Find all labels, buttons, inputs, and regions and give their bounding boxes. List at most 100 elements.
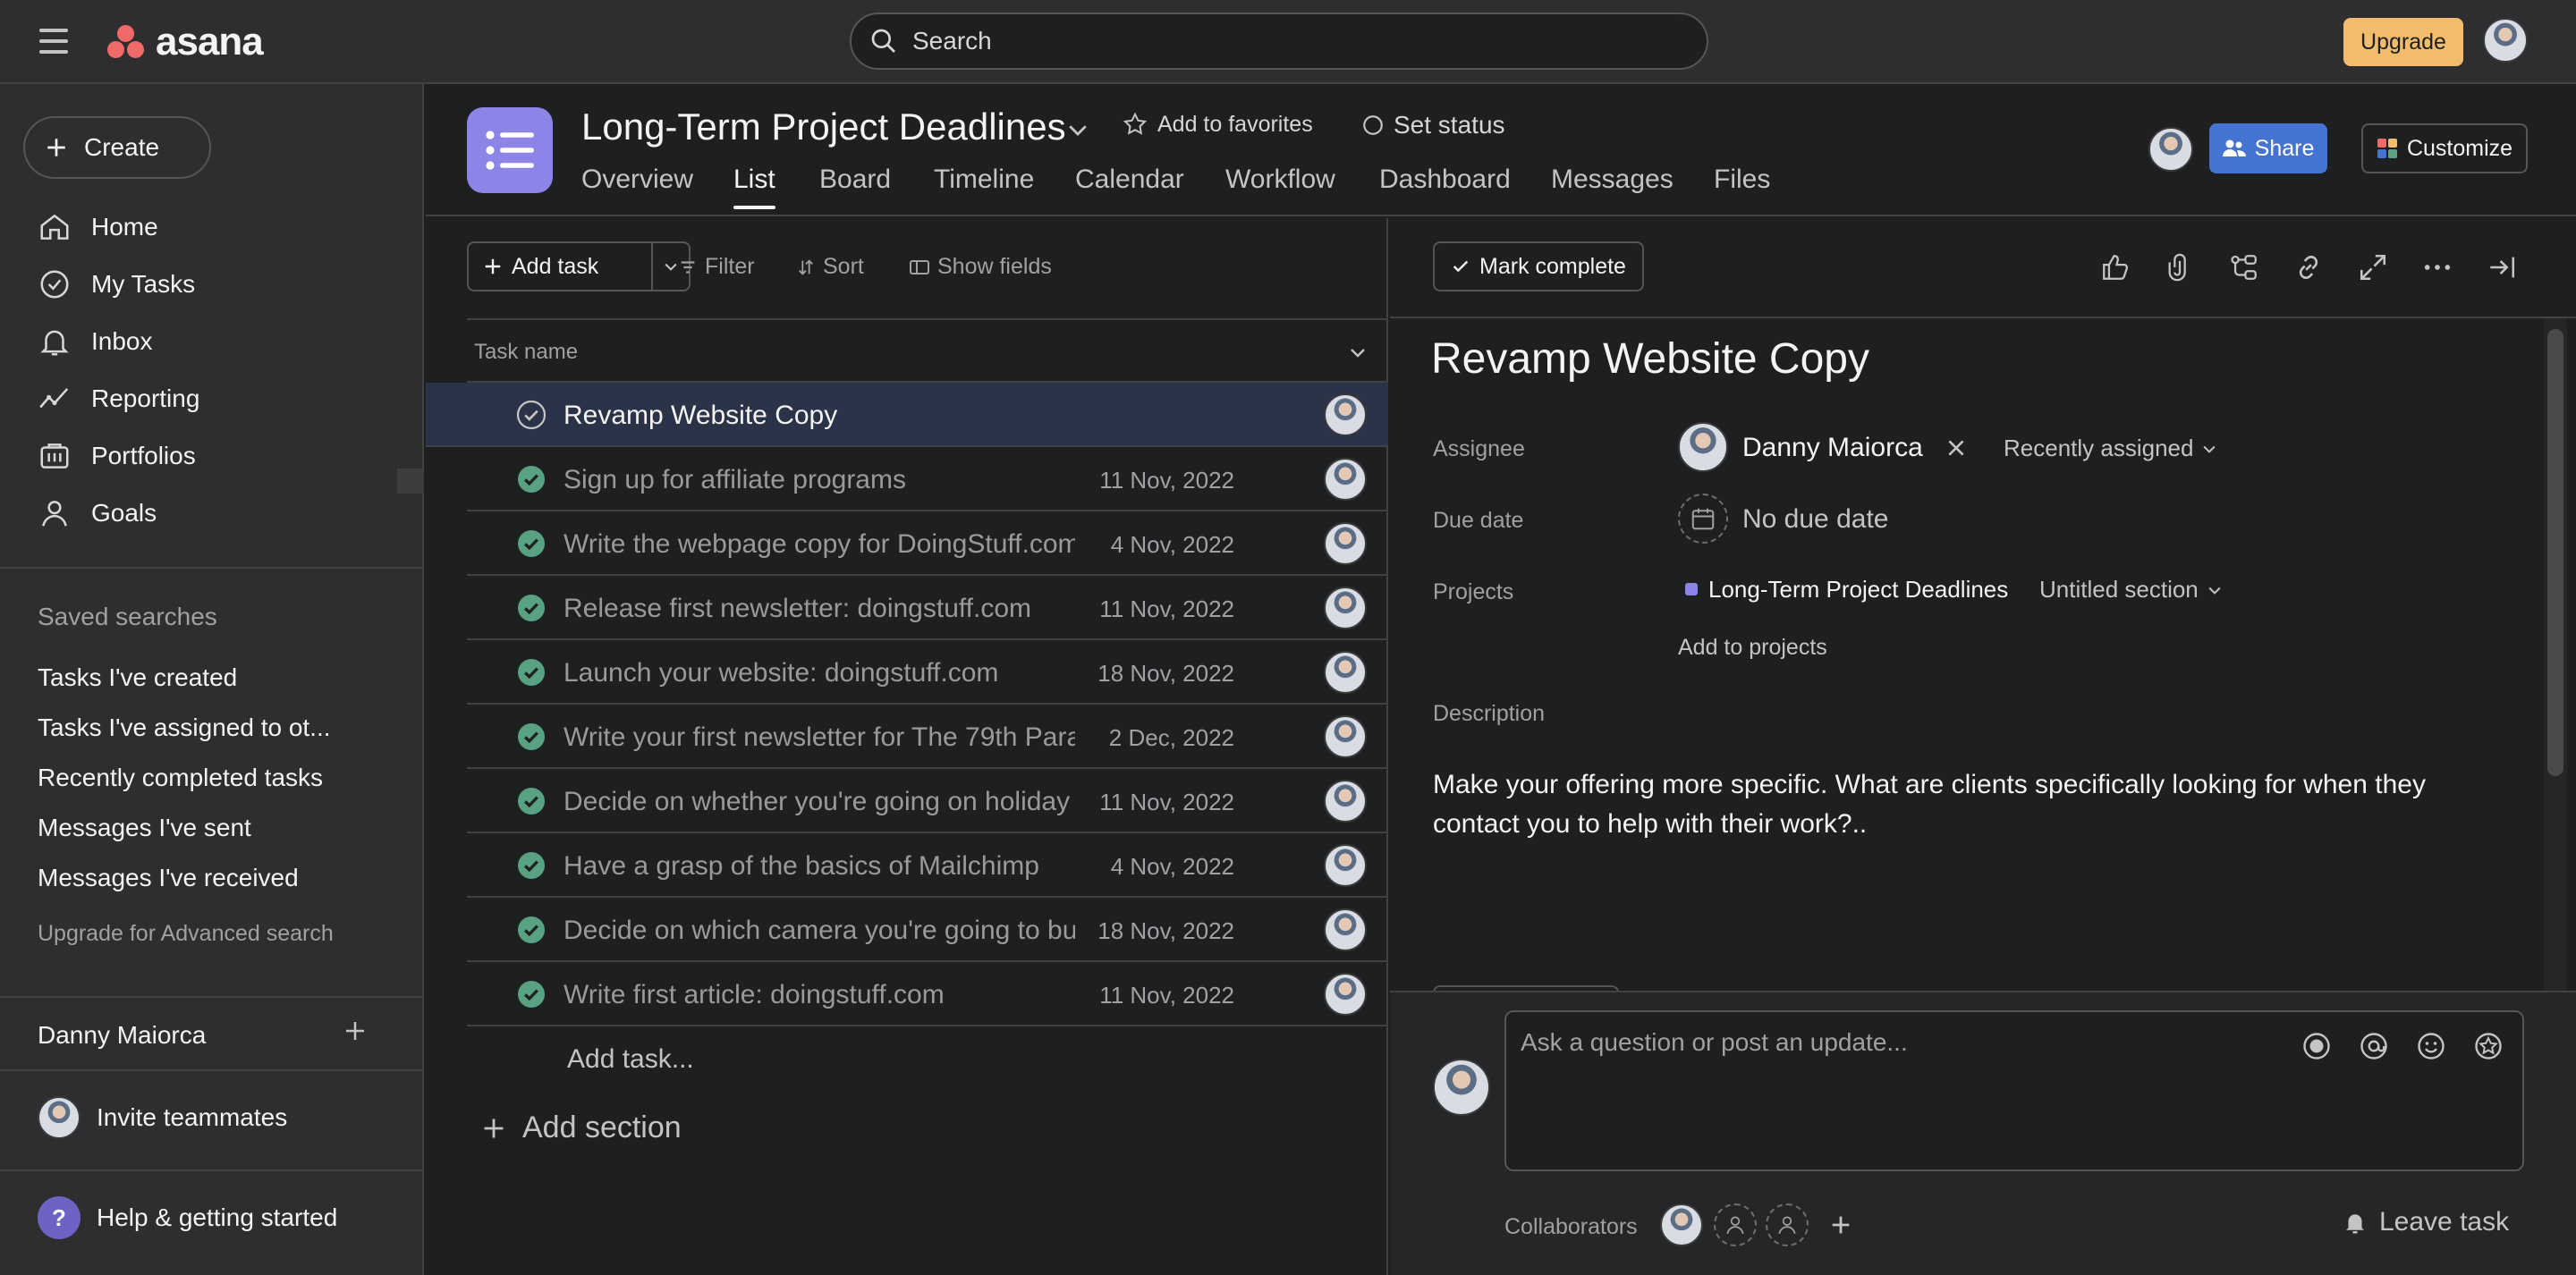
search-bar[interactable] [850, 13, 1708, 70]
completed-check-icon[interactable] [515, 914, 547, 946]
hamburger-menu-icon[interactable] [36, 25, 75, 57]
tab-messages[interactable]: Messages [1551, 165, 1674, 195]
task-assignee-avatar[interactable] [1324, 587, 1367, 629]
search-input[interactable] [912, 27, 1646, 55]
emoji-icon[interactable] [2415, 1030, 2447, 1062]
mention-icon[interactable] [2358, 1030, 2390, 1062]
completed-check-icon[interactable] [515, 978, 547, 1010]
more-options-icon[interactable] [2422, 252, 2453, 283]
thumbs-up-icon[interactable] [2100, 252, 2131, 283]
section-dropdown[interactable]: Untitled section [2039, 576, 2224, 604]
due-date-value[interactable]: No due date [1742, 504, 1888, 535]
task-assignee-avatar[interactable] [1324, 522, 1367, 565]
appreciation-icon[interactable] [2472, 1030, 2504, 1062]
invite-teammates-button[interactable]: Invite teammates [38, 1096, 287, 1139]
completed-check-icon[interactable] [515, 785, 547, 817]
leave-task-button[interactable]: Leave task [2342, 1207, 2509, 1237]
sidebar-item-inbox[interactable]: Inbox [38, 318, 153, 365]
task-row[interactable]: Have a grasp of the basics of Mailchimp 4… [467, 833, 1388, 898]
task-assignee-avatar[interactable] [1324, 780, 1367, 823]
task-assignee-avatar[interactable] [1324, 908, 1367, 951]
completed-check-icon[interactable] [515, 849, 547, 882]
help-button[interactable]: ? Help & getting started [38, 1196, 337, 1239]
close-pane-icon[interactable] [2487, 252, 2517, 283]
upgrade-button[interactable]: Upgrade [2343, 18, 2463, 66]
task-due-date[interactable]: 18 Nov, 2022 [1075, 660, 1234, 688]
tab-files[interactable]: Files [1714, 165, 1770, 195]
comment-box[interactable] [1504, 1010, 2524, 1171]
task-due-date[interactable]: 11 Nov, 2022 [1075, 982, 1234, 1009]
mark-complete-button[interactable]: Mark complete [1433, 241, 1644, 291]
task-row[interactable]: Write first article: doingstuff.com 11 No… [467, 962, 1388, 1026]
expand-icon[interactable] [2358, 252, 2388, 283]
task-row[interactable]: Write your first newsletter for The 79th… [467, 705, 1388, 769]
task-assignee-avatar[interactable] [1324, 973, 1367, 1016]
tab-dashboard[interactable]: Dashboard [1379, 165, 1511, 195]
completed-check-icon[interactable] [515, 656, 547, 688]
upgrade-advanced-search-link[interactable]: Upgrade for Advanced search [38, 921, 334, 947]
task-assignee-avatar[interactable] [1324, 844, 1367, 887]
create-button[interactable]: Create [23, 116, 211, 179]
task-due-date[interactable]: 18 Nov, 2022 [1075, 917, 1234, 945]
chevron-down-icon[interactable] [1064, 116, 1091, 143]
saved-search-item[interactable]: Tasks I've assigned to ot... [38, 713, 331, 742]
add-task-inline-link[interactable]: Add task... [567, 1044, 694, 1075]
project-link[interactable]: Long-Term Project Deadlines [1708, 576, 2008, 604]
saved-search-item[interactable]: Recently completed tasks [38, 764, 323, 792]
asana-logo[interactable]: asana [107, 20, 264, 64]
tab-board[interactable]: Board [819, 165, 891, 195]
task-assignee-avatar[interactable] [1324, 651, 1367, 694]
task-description[interactable]: Make your offering more specific. What a… [1433, 765, 2488, 844]
add-team-icon[interactable] [342, 1017, 369, 1044]
task-row[interactable]: Write the webpage copy for DoingStuff.co… [467, 511, 1388, 576]
complete-toggle-icon[interactable] [515, 399, 547, 431]
user-avatar[interactable] [2483, 18, 2528, 63]
completed-check-icon[interactable] [515, 592, 547, 624]
task-assignee-avatar[interactable] [1324, 715, 1367, 758]
chevron-down-icon[interactable] [1347, 342, 1368, 363]
assignee-name[interactable]: Danny Maiorca [1742, 433, 1923, 463]
completed-check-icon[interactable] [515, 463, 547, 495]
sidebar-item-portfolios[interactable]: Portfolios [38, 433, 196, 479]
task-row[interactable]: Sign up for affiliate programs 11 Nov, 20… [467, 447, 1388, 511]
saved-search-item[interactable]: Tasks I've created [38, 663, 237, 692]
record-icon[interactable] [2301, 1030, 2333, 1062]
add-to-favorites-button[interactable]: Add to favorites [1122, 111, 1313, 138]
link-icon[interactable] [2293, 252, 2324, 283]
sort-button[interactable]: Sort [796, 254, 864, 280]
sidebar-item-home[interactable]: Home [38, 204, 158, 250]
completed-check-icon[interactable] [515, 721, 547, 753]
add-collaborator-placeholder-icon[interactable] [1766, 1203, 1809, 1246]
sidebar-scroll-handle[interactable] [397, 469, 424, 494]
project-member-avatar[interactable] [2148, 127, 2193, 172]
tab-workflow[interactable]: Workflow [1225, 165, 1335, 195]
task-row[interactable]: Decide on whether you're going on holida… [467, 769, 1388, 833]
saved-search-item[interactable]: Messages I've sent [38, 814, 251, 842]
task-due-date[interactable]: 11 Nov, 2022 [1075, 467, 1234, 494]
sidebar-item-goals[interactable]: Goals [38, 490, 157, 536]
add-collaborator-placeholder-icon[interactable] [1714, 1203, 1757, 1246]
customize-button[interactable]: Customize [2361, 123, 2528, 173]
calendar-icon[interactable] [1678, 494, 1728, 544]
task-row[interactable]: Decide on which camera you're going to b… [467, 898, 1388, 962]
assignee-avatar[interactable] [1678, 422, 1728, 472]
tab-timeline[interactable]: Timeline [934, 165, 1034, 195]
comment-input[interactable] [1521, 1028, 2272, 1082]
set-status-button[interactable]: Set status [1361, 111, 1505, 139]
add-to-projects-link[interactable]: Add to projects [1678, 635, 1827, 661]
column-task-name[interactable]: Task name [474, 340, 578, 365]
attachment-icon[interactable] [2165, 252, 2195, 283]
add-collaborator-icon[interactable] [1828, 1212, 1853, 1237]
task-due-date[interactable]: 11 Nov, 2022 [1075, 789, 1234, 816]
recently-assigned-dropdown[interactable]: Recently assigned [2004, 435, 2218, 462]
task-due-date[interactable]: 2 Dec, 2022 [1075, 724, 1234, 752]
add-task-button[interactable]: Add task [467, 241, 653, 291]
task-row[interactable]: Release first newsletter: doingstuff.com… [467, 576, 1388, 640]
detail-scrollbar[interactable] [2547, 329, 2563, 776]
filter-button[interactable]: Filter [678, 254, 755, 280]
show-fields-button[interactable]: Show fields [909, 254, 1052, 280]
sidebar-item-my-tasks[interactable]: My Tasks [38, 261, 195, 308]
collaborator-avatar[interactable] [1660, 1203, 1703, 1246]
tab-overview[interactable]: Overview [581, 165, 693, 195]
task-row[interactable]: Launch your website: doingstuff.com 18 No… [467, 640, 1388, 705]
